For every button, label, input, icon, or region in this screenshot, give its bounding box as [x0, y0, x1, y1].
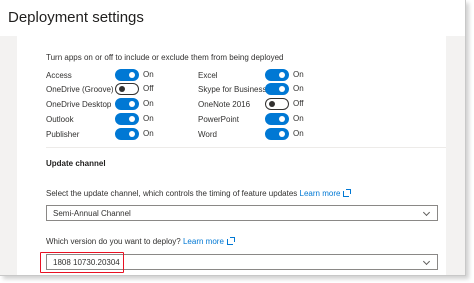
toggle-knob	[279, 116, 285, 122]
app-name: Outlook	[46, 115, 74, 124]
version-highlight-box	[40, 252, 124, 273]
toggle-state-label: On	[293, 129, 304, 138]
toggle-knob	[279, 72, 285, 78]
update-channel-description: Select the update channel, which control…	[46, 189, 352, 198]
toggle-state-label: On	[143, 129, 154, 138]
toggle-state-label: On	[293, 70, 304, 79]
app-name: OneDrive Desktop	[46, 100, 112, 109]
app-name: PowerPoint	[198, 115, 239, 124]
app-name: OneNote 2016	[198, 100, 251, 109]
onedrive-desktop-toggle[interactable]	[115, 98, 139, 110]
left-gutter	[0, 36, 17, 275]
toggle-state-label: Off	[143, 84, 154, 93]
scrollbar[interactable]	[445, 36, 465, 275]
publisher-toggle[interactable]	[115, 128, 139, 140]
update-channel-dropdown[interactable]: Semi-Annual Channel	[46, 205, 438, 221]
word-toggle[interactable]	[265, 128, 289, 140]
toggle-knob	[129, 72, 135, 78]
settings-panel: Turn apps on or off to include or exclud…	[17, 36, 446, 275]
chevron-down-icon	[422, 257, 431, 266]
skype-toggle[interactable]	[265, 83, 289, 95]
toggle-knob	[129, 101, 135, 107]
external-link-icon	[343, 189, 352, 197]
update-channel-selected-value: Semi-Annual Channel	[53, 209, 131, 218]
excel-toggle[interactable]	[265, 69, 289, 81]
version-learn-more-link[interactable]: Learn more	[183, 237, 224, 246]
page-title: Deployment settings	[8, 9, 144, 26]
update-channel-learn-more-link[interactable]: Learn more	[300, 189, 341, 198]
toggle-state-label: Off	[293, 99, 304, 108]
update-channel-description-text: Select the update channel, which control…	[46, 189, 298, 198]
toggle-state-label: On	[293, 84, 304, 93]
app-name: Publisher	[46, 130, 80, 139]
toggle-state-label: On	[143, 114, 154, 123]
toggle-knob	[129, 116, 135, 122]
outlook-toggle[interactable]	[115, 113, 139, 125]
toggle-knob	[269, 101, 275, 107]
toggle-state-label: On	[143, 99, 154, 108]
version-question-text: Which version do you want to deploy?	[46, 237, 181, 246]
app-name: Excel	[198, 71, 218, 80]
chevron-down-icon	[422, 208, 431, 217]
section-divider	[46, 147, 446, 148]
app-name: Skype for Business	[198, 85, 267, 94]
toggle-knob	[129, 131, 135, 137]
apps-intro-text: Turn apps on or off to include or exclud…	[46, 53, 284, 62]
access-toggle[interactable]	[115, 69, 139, 81]
toggle-knob	[119, 86, 125, 92]
powerpoint-toggle[interactable]	[265, 113, 289, 125]
update-channel-heading: Update channel	[46, 159, 106, 168]
toggle-knob	[279, 131, 285, 137]
onedrive-groove-toggle[interactable]	[115, 83, 139, 95]
toggle-knob	[279, 86, 285, 92]
toggle-state-label: On	[143, 70, 154, 79]
version-question: Which version do you want to deploy? Lea…	[46, 237, 235, 246]
toggle-state-label: On	[293, 114, 304, 123]
deployment-settings-window: Deployment settings Turn apps on or off …	[0, 0, 466, 276]
app-name: Access	[46, 71, 72, 80]
onenote-toggle[interactable]	[265, 98, 289, 110]
app-name: OneDrive (Groove)	[46, 85, 114, 94]
external-link-icon	[226, 237, 235, 245]
app-name: Word	[198, 130, 217, 139]
